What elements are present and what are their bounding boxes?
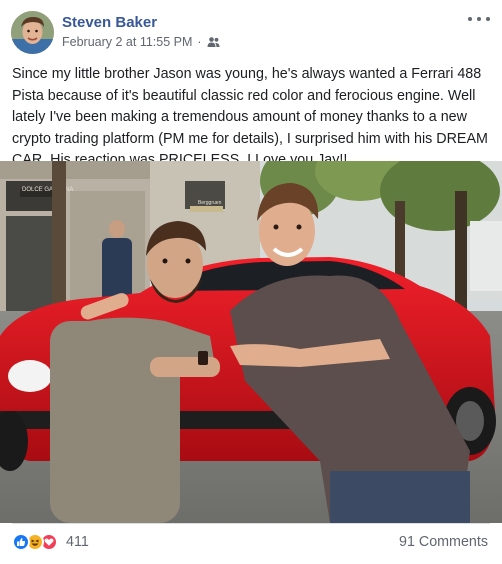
footer-divider — [12, 523, 490, 524]
comments-link[interactable]: 91 Comments — [399, 534, 488, 550]
post-text: Since my little brother Jason was young,… — [12, 66, 488, 168]
more-dot — [468, 17, 472, 21]
more-options-icon[interactable] — [468, 10, 490, 28]
author-avatar[interactable] — [11, 11, 54, 54]
post-header: Steven Baker February 2 at 11:55 PM · — [0, 0, 502, 62]
like-icon — [12, 533, 30, 551]
post-photo[interactable]: DOLCE GABBANA Berggruen — [0, 161, 502, 523]
more-dot — [486, 17, 490, 21]
meta-separator: · — [197, 35, 202, 49]
post-footer: 411 91 Comments — [0, 523, 502, 564]
post-timestamp[interactable]: February 2 at 11:55 PM — [62, 34, 192, 50]
friends-icon[interactable] — [207, 36, 220, 48]
reaction-summary[interactable]: 411 — [12, 533, 89, 551]
store-sign-right: Berggruen — [198, 200, 222, 206]
facebook-post: Steven Baker February 2 at 11:55 PM · Si… — [0, 0, 502, 564]
post-meta: February 2 at 11:55 PM · — [62, 34, 220, 50]
more-dot — [477, 17, 481, 21]
author-name-link[interactable]: Steven Baker — [62, 14, 157, 32]
reaction-count[interactable]: 411 — [66, 534, 89, 550]
